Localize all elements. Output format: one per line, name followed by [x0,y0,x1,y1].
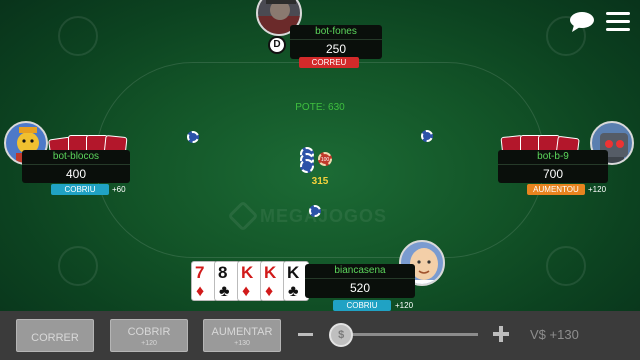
raise-button[interactable]: AUMENTAR +130 [203,319,281,352]
card-suit-icon: ♣ [219,283,230,300]
call-label: COBRIR [127,326,171,338]
player-chips: 520 [349,281,371,295]
player-chips: 700 [542,167,564,181]
player-name: bot-blocos [22,150,130,165]
raise-label: AUMENTAR [211,326,273,338]
pot-amount: 315 [311,176,329,187]
fold-button[interactable]: CORRER [16,319,94,352]
player-chips: 400 [65,167,87,181]
card-rank: 8 [218,263,228,282]
player-panel-right: bot-b-9 700 [498,150,608,183]
bet-amount-hero: +120 [395,301,414,310]
raise-amount: +130 [234,340,250,347]
card-rank: K [241,263,254,282]
card-rank: K [264,263,277,282]
watermark-text: MEGAJOGOS [260,205,388,226]
player-panel-top: bot-fones 250 [290,25,382,59]
bet-chip-left [187,131,199,143]
card-suit-icon: ♣ [288,283,299,300]
fold-label: CORRER [31,332,79,344]
player-name: biancasena [305,264,415,279]
megajogos-logo-icon [227,200,259,232]
chat-bubble-icon[interactable] [568,10,596,34]
card-suit-icon: ♦ [196,283,205,300]
player-name: bot-b-9 [498,150,608,165]
bet-chip-right [421,130,433,142]
card-rank: K [287,263,300,282]
seat-marker [546,246,586,286]
call-amount: +120 [141,340,157,347]
pot-label: POTE: 630 [295,102,345,113]
seat-marker [58,16,98,56]
bet-chip-hero [309,205,321,217]
raise-slider-track[interactable] [334,333,478,336]
player-name: bot-fones [290,25,382,40]
status-badge-hero: COBRIU [333,300,391,311]
seat-marker [58,246,98,286]
poker-table: MEGAJOGOS POTE: 630 100 315 bot-fones 25… [0,0,640,360]
pot-chip [300,159,314,173]
call-button[interactable]: COBRIR +120 [110,319,188,352]
plus-icon[interactable] [493,326,509,342]
card-suit-icon: ♦ [265,283,274,300]
bet-amount-left: +60 [112,185,126,194]
status-badge-left: COBRIU [51,184,109,195]
status-badge-top: CORREU [299,57,359,68]
dealer-button-icon: D [268,36,286,54]
minus-icon[interactable] [298,333,313,336]
raise-slider-knob[interactable]: $ [329,323,354,347]
raise-value: V$ +130 [530,327,579,342]
hamburger-menu-icon[interactable] [606,12,630,34]
card-rank: 7 [195,263,205,282]
player-chips: 250 [325,42,347,56]
bet-amount-right: +120 [588,185,607,194]
status-badge-right: AUMENTOU [527,184,585,195]
card-suit-icon: ♦ [242,283,251,300]
player-panel-hero: biancasena 520 [305,264,415,298]
chip-value-label: 100 [320,157,330,163]
player-panel-left: bot-blocos 400 [22,150,130,183]
